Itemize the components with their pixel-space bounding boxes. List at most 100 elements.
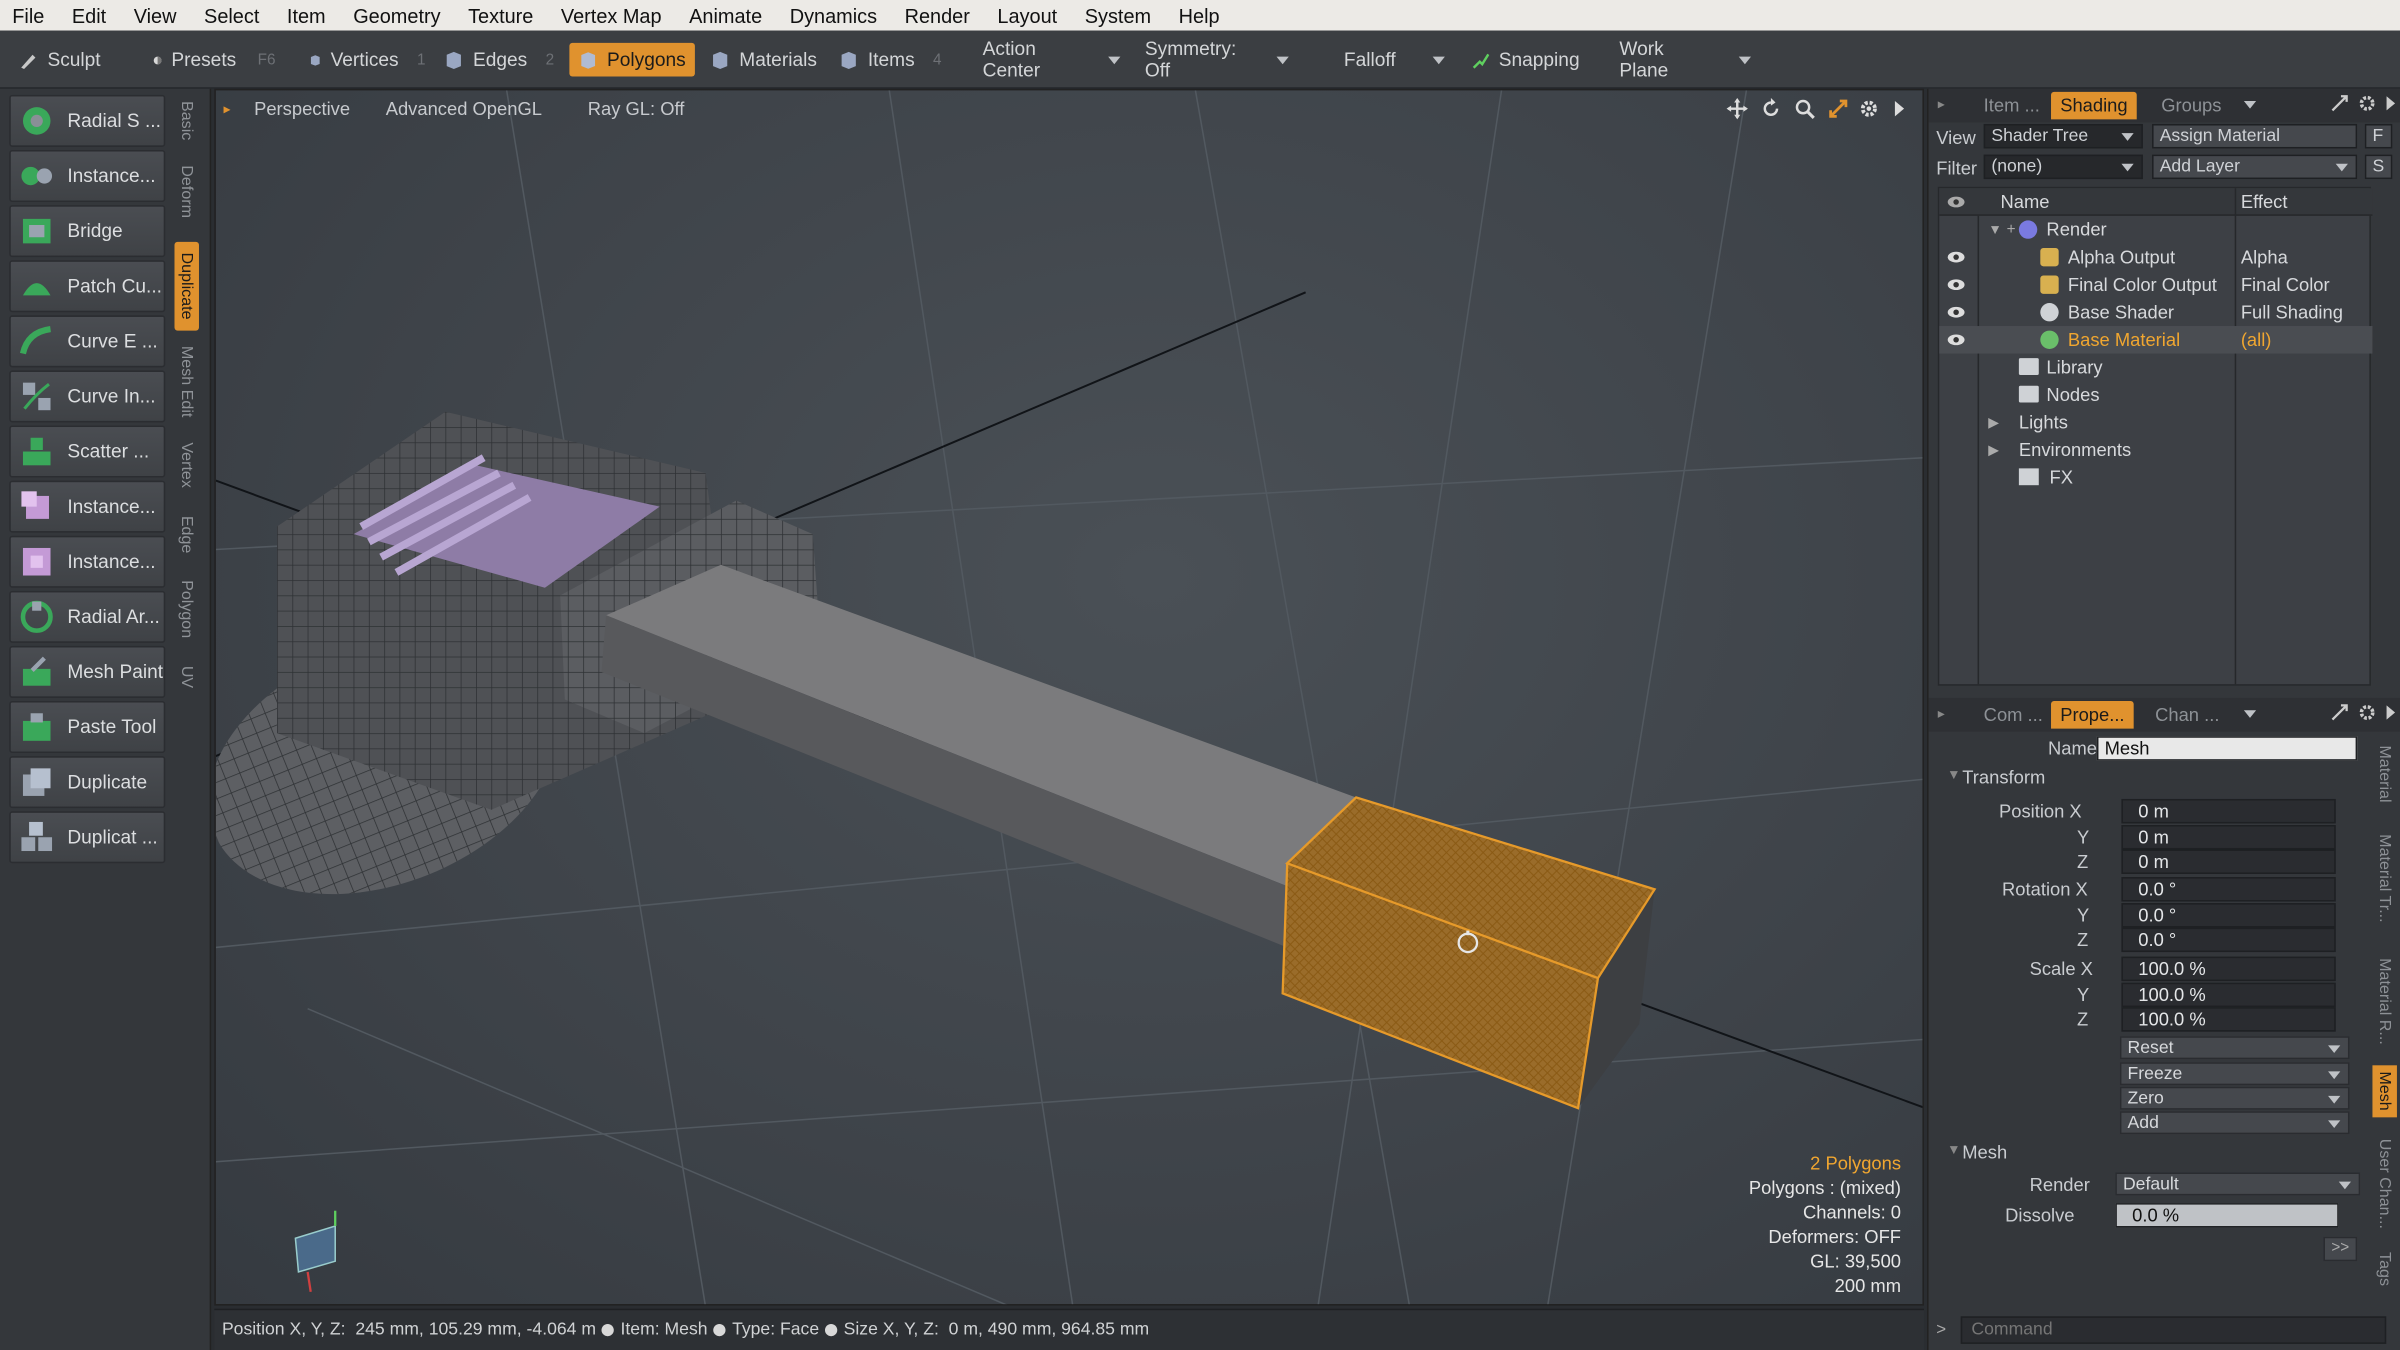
chevron-right-icon[interactable] [2383,93,2398,113]
expand-arrow-icon[interactable]: ▼ [1988,222,2002,237]
menu-geometry[interactable]: Geometry [350,4,443,27]
menu-edit[interactable]: Edit [69,4,109,27]
tab-basic[interactable]: Basic [174,95,198,147]
eye-icon[interactable] [1947,332,1965,347]
chevron-down-icon[interactable] [2243,101,2257,109]
tool-radial-sweep[interactable]: Radial S ... [9,94,166,147]
chevron-right-icon[interactable] [2383,703,2398,723]
raygl-toggle[interactable]: Ray GL: Off [579,95,694,123]
position-y-field[interactable]: 0 m [2121,825,2336,850]
panel-menu-icon[interactable]: ▸ [1938,706,1945,723]
presets-button[interactable]: Presets F6 [144,43,285,77]
tool-duplicate[interactable]: Duplicate [9,756,166,809]
add-layer-dropdown[interactable]: Add Layer [2152,154,2358,180]
rotate-view-icon[interactable] [1760,97,1781,119]
expand-arrow-icon[interactable]: ▶ [1988,414,1999,431]
menu-animate[interactable]: Animate [686,4,765,27]
items-mode-button[interactable]: Items 4 [830,43,962,77]
menu-view[interactable]: View [131,4,180,27]
render-dropdown[interactable]: Default [2115,1172,2361,1196]
tree-row-alpha-output[interactable]: Alpha Output Alpha [1939,243,2372,271]
position-z-field[interactable]: 0 m [2121,849,2336,874]
3d-viewport[interactable]: 2 Polygons Polygons : (mixed) Channels: … [214,88,1924,1306]
scene-canvas[interactable] [215,90,1924,1305]
zoom-view-icon[interactable] [1794,98,1815,119]
side-tab-material-ref[interactable]: Material R... [2372,946,2396,1056]
action-center-dropdown[interactable]: Action Center [973,38,1129,81]
name-field[interactable]: Mesh [2096,736,2358,761]
tab-polygon[interactable]: Polygon [174,572,198,645]
side-tab-material[interactable]: Material [2372,738,2396,811]
tab-uv[interactable]: UV [174,658,198,695]
tree-row-library[interactable]: Library [1939,354,2372,382]
menu-dynamics[interactable]: Dynamics [787,4,880,27]
menu-render[interactable]: Render [902,4,973,27]
falloff-dropdown[interactable]: Falloff [1335,43,1457,77]
menu-item[interactable]: Item [284,4,329,27]
column-name[interactable]: Name [2001,191,2050,212]
viewport-menu-icon[interactable]: ▸ [223,101,230,118]
side-tab-material-trans[interactable]: Material Tr... [2372,823,2396,933]
assign-material-button[interactable]: Assign Material [2152,123,2358,149]
tree-row-fx[interactable]: FX [1939,464,2372,492]
collapse-arrow-icon[interactable]: ▼ [1947,1142,1961,1157]
tool-curve-extrude[interactable]: Curve E ... [9,315,166,368]
s-button[interactable]: S [2364,154,2393,180]
tool-radial-array[interactable]: Radial Ar... [9,590,166,643]
materials-mode-button[interactable]: Materials [701,43,827,77]
zero-dropdown[interactable]: Zero [2119,1086,2350,1110]
tree-row-base-shader[interactable]: Base Shader Full Shading [1939,298,2372,326]
tab-channels[interactable]: Chan ... [2146,701,2229,729]
maximize-view-icon[interactable] [1828,98,1849,119]
gear-icon[interactable] [1858,98,1879,119]
renderer-dropdown[interactable]: Advanced OpenGL [377,95,552,123]
tab-command-history[interactable]: Com ... [1974,701,2052,729]
snapping-button[interactable]: Snapping [1463,43,1589,77]
tab-groups[interactable]: Groups [2152,92,2231,120]
view-type-dropdown[interactable]: Perspective [245,95,359,123]
vertices-mode-button[interactable]: Vertices 1 [300,43,435,77]
f-button[interactable]: F [2364,123,2393,149]
maximize-panel-icon[interactable] [2330,93,2350,113]
tab-vertex[interactable]: Vertex [174,435,198,496]
tree-row-render[interactable]: ▼ + Render [1939,216,2372,244]
panel-menu-icon[interactable]: ▸ [1938,96,1945,113]
eye-icon[interactable] [1947,305,1965,320]
menu-vertex-map[interactable]: Vertex Map [558,4,665,27]
tab-deform[interactable]: Deform [174,156,198,226]
mesh-header[interactable]: Mesh [1962,1142,2007,1163]
position-x-field[interactable]: 0 m [2121,798,2336,824]
freeze-dropdown[interactable]: Freeze [2119,1062,2350,1086]
menu-texture[interactable]: Texture [465,4,536,27]
scale-x-field[interactable]: 100.0 % [2121,956,2336,982]
menu-select[interactable]: Select [201,4,262,27]
tool-duplicate-2[interactable]: Duplicat ... [9,811,166,864]
tab-item-list[interactable]: Item ... [1974,92,2049,120]
gear-icon[interactable] [2357,703,2377,723]
gear-icon[interactable] [2357,93,2377,113]
tree-row-environments[interactable]: ▶ Environments [1939,436,2372,464]
rotation-x-field[interactable]: 0.0 ° [2121,877,2336,902]
menu-system[interactable]: System [1082,4,1154,27]
rotation-z-field[interactable]: 0.0 ° [2121,927,2336,953]
dissolve-field[interactable]: 0.0 % [2115,1203,2339,1228]
tool-patch-curves[interactable]: Patch Cu... [9,260,166,313]
rotation-y-field[interactable]: 0.0 ° [2121,903,2336,928]
side-tab-mesh[interactable]: Mesh [2372,1065,2397,1118]
eye-icon[interactable] [1947,249,1965,264]
tree-row-base-material[interactable]: Base Material (all) [1939,326,2373,354]
reset-dropdown[interactable]: Reset [2119,1036,2350,1060]
move-view-icon[interactable] [1726,97,1748,120]
tree-row-final-color-output[interactable]: Final Color Output Final Color [1939,271,2372,299]
add-dropdown[interactable]: Add [2119,1111,2350,1135]
sculpt-button[interactable]: Sculpt [9,43,138,77]
chevron-right-icon[interactable] [1889,98,1910,119]
tool-bridge[interactable]: Bridge [9,205,166,258]
tab-shading[interactable]: Shading [2051,91,2137,120]
more-button[interactable]: >> [2323,1236,2358,1262]
tool-scatter[interactable]: Scatter ... [9,425,166,478]
scale-z-field[interactable]: 100.0 % [2121,1007,2336,1032]
tree-row-lights[interactable]: ▶ Lights [1939,409,2372,437]
polygons-mode-button[interactable]: Polygons [569,42,695,77]
maximize-panel-icon[interactable] [2330,703,2350,723]
